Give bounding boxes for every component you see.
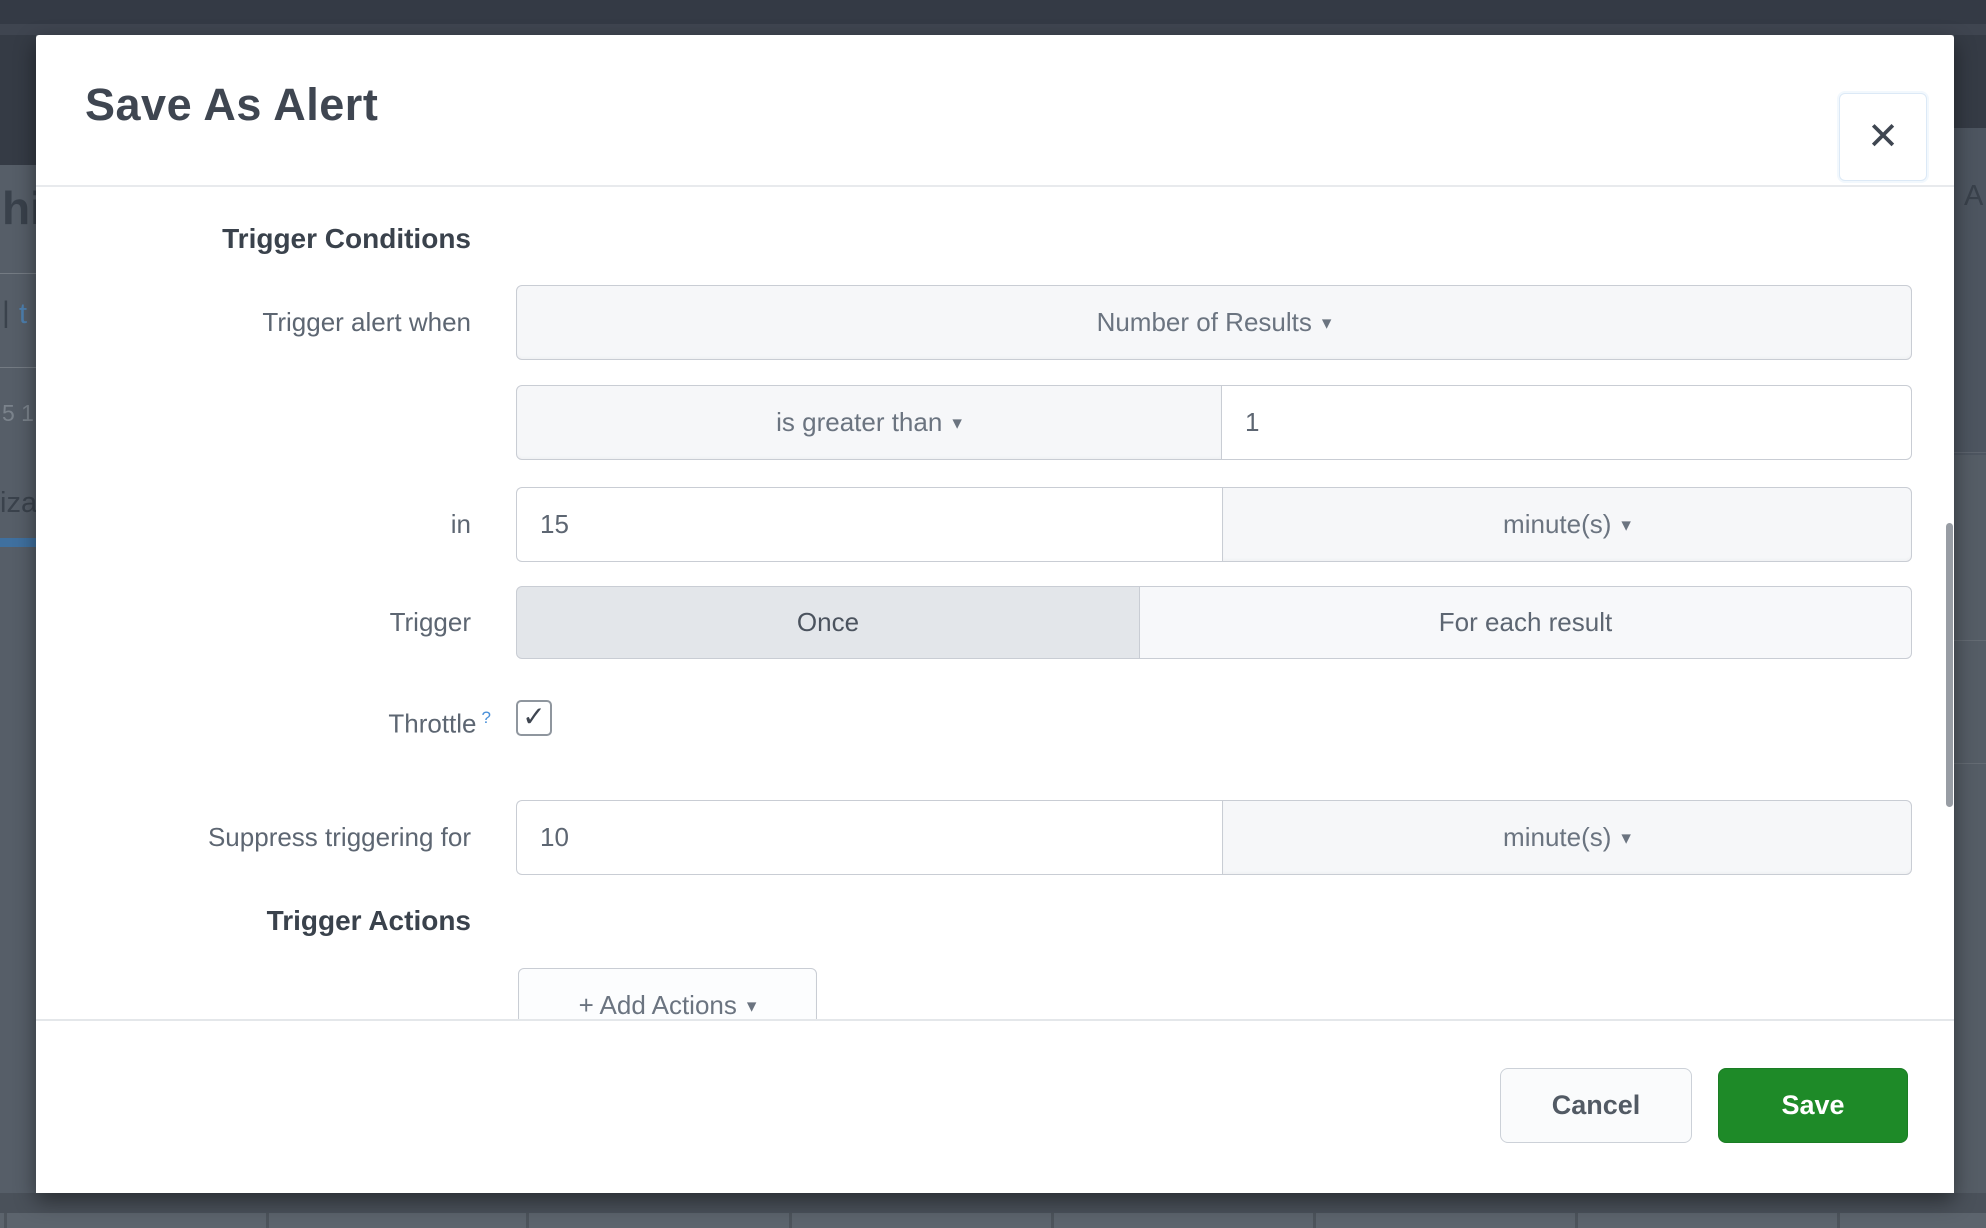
background-count-fragment: 5 1 [2,400,34,427]
suppress-label: Suppress triggering for [36,800,471,875]
trigger-actions-heading: Trigger Actions [36,905,471,937]
add-actions-button[interactable]: + Add Actions ▾ [518,968,817,1019]
trigger-conditions-heading: Trigger Conditions [36,223,471,255]
background-tab-underline [0,538,36,547]
suppress-unit-dropdown[interactable]: minute(s) ▾ [1222,800,1912,875]
background-right-mid [1954,128,1986,455]
table-column-divider [1575,1213,1578,1228]
background-divider [0,367,36,368]
close-icon: ✕ [1867,118,1899,156]
background-tab-fragment: iza [0,487,37,520]
checkmark-icon: ✓ [522,703,545,731]
dialog-header: Save As Alert ✕ [36,35,1954,187]
caret-down-icon: ▾ [1621,514,1631,537]
table-column-divider [1051,1213,1054,1228]
table-column-divider [1313,1213,1316,1228]
table-column-divider [266,1213,269,1228]
caret-down-icon: ▾ [952,412,962,435]
background-table-row [0,1213,1986,1228]
suppress-input[interactable] [517,801,1222,874]
background-right-strip [1954,455,1986,1193]
time-window-unit-dropdown[interactable]: minute(s) ▾ [1222,487,1912,562]
table-column-divider [4,1213,7,1228]
dialog-footer: Cancel Save [36,1019,1954,1193]
background-divider-fragment: | [2,296,10,330]
save-button[interactable]: Save [1718,1068,1908,1143]
threshold-field-wrap [1222,385,1912,460]
throttle-label: Throttle [388,709,476,739]
suppress-field-wrap [516,800,1222,875]
threshold-input[interactable] [1222,386,1911,459]
background-divider [1954,452,1986,453]
dialog-body: Trigger Conditions Trigger alert when Nu… [36,187,1954,1019]
trigger-once-option[interactable]: Once [516,586,1140,659]
table-column-divider [1837,1213,1840,1228]
throttle-help-icon[interactable]: ? [482,708,491,727]
trigger-alert-when-label: Trigger alert when [36,285,471,360]
close-button[interactable]: ✕ [1839,93,1927,181]
add-actions-label: + Add Actions [579,990,737,1019]
throttle-label-row: Throttle? [36,700,491,736]
alert-condition-value: Number of Results [1097,307,1312,338]
comparator-value: is greater than [776,407,942,438]
dialog-title: Save As Alert [85,79,378,131]
background-link-fragment: t [19,298,27,331]
throttle-checkbox[interactable]: ✓ [516,700,552,736]
caret-down-icon: ▾ [747,995,757,1018]
trigger-mode-label: Trigger [36,586,471,659]
background-divider [0,273,36,274]
alert-condition-dropdown[interactable]: Number of Results ▾ [516,285,1912,360]
background-right-header [1954,35,1986,128]
background-divider [1954,763,1986,764]
screen: hi | t 5 1 iza A Save As Alert ✕ Trigger… [0,0,1986,1228]
background-left-header [0,35,36,165]
trigger-each-result-option[interactable]: For each result [1140,586,1912,659]
background-divider [1954,640,1986,641]
cancel-button[interactable]: Cancel [1500,1068,1692,1143]
background-app-bar [0,24,1986,35]
save-as-alert-dialog: Save As Alert ✕ Trigger Conditions Trigg… [36,35,1954,1193]
time-window-input[interactable] [517,488,1222,561]
in-label: in [36,487,471,562]
caret-down-icon: ▾ [1621,827,1631,850]
table-column-divider [526,1213,529,1228]
suppress-unit-value: minute(s) [1503,822,1611,853]
time-window-field-wrap [516,487,1222,562]
comparator-dropdown[interactable]: is greater than ▾ [516,385,1222,460]
background-top-bar [0,0,1986,24]
table-column-divider [789,1213,792,1228]
dialog-scrollbar-thumb[interactable] [1946,523,1953,807]
time-window-unit-value: minute(s) [1503,509,1611,540]
caret-down-icon: ▾ [1322,312,1332,335]
background-right-fragment: A [1964,180,1983,213]
